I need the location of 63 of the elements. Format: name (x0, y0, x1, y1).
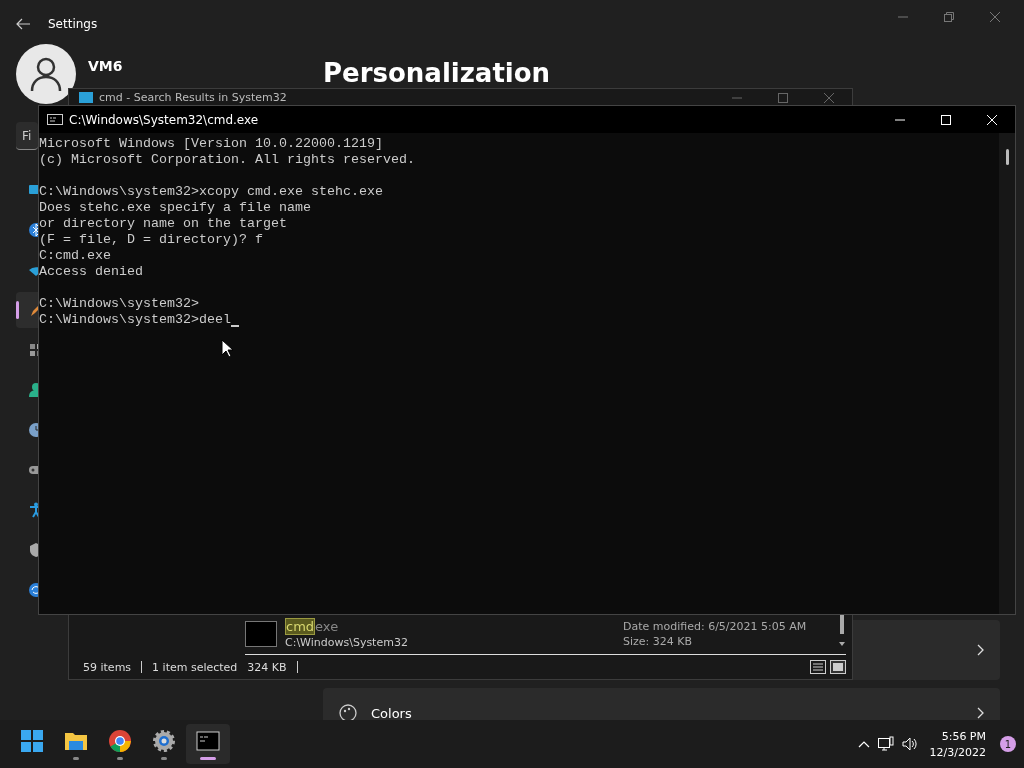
accessibility-icon (28, 502, 38, 518)
console-line: C:\Windows\system32>deel (39, 312, 231, 328)
close-icon (990, 12, 1000, 22)
user-name: VM6 (88, 58, 123, 74)
time: 5:56 PM (941, 729, 986, 743)
file-name: cmdexe (285, 619, 340, 634)
console-line: C:cmd.exe (39, 248, 111, 264)
chevron-right-icon (977, 644, 984, 656)
console-line: C:\Windows\system32> (39, 296, 199, 312)
file-path: C:\Windows\System32 (285, 636, 409, 649)
details-view-icon[interactable] (810, 660, 826, 674)
person-icon (28, 382, 38, 398)
palette-icon (339, 704, 357, 720)
card-label: Colors (371, 705, 413, 720)
item-count: 59 items (83, 660, 132, 674)
console-line: (F = file, D = directory)? f (39, 232, 263, 248)
restore-icon (944, 12, 954, 22)
browser-icon (108, 728, 132, 753)
person-icon (30, 57, 62, 91)
console-icon (196, 728, 220, 753)
text-cursor (230, 325, 239, 327)
maximize-icon (941, 114, 951, 125)
search-field[interactable]: Fi (16, 122, 38, 150)
close-icon (987, 114, 997, 125)
window-title: cmd - Search Results in System32 (99, 91, 287, 104)
settings-card[interactable]: Colors (323, 688, 1000, 720)
back-arrow-icon[interactable] (16, 18, 30, 30)
page-heading: Personalization (323, 58, 552, 88)
gear-icon (152, 728, 176, 753)
shield-icon (28, 542, 38, 558)
selection-info: 1 item selected (152, 660, 238, 674)
console-line: (c) Microsoft Corporation. All rights reserved. (39, 152, 415, 168)
nav-item[interactable] (16, 292, 38, 328)
volume-icon[interactable] (901, 737, 918, 751)
console-line: Microsoft Windows [Version 10.0.22000.1219] (39, 136, 383, 152)
large-icons-view-icon[interactable] (830, 660, 846, 674)
date-modified: Date modified: 6/5/2021 5:05 AM (623, 620, 807, 633)
clock[interactable]: 5:56 PM 12/3/2022 (929, 729, 986, 759)
console-line: or directory name on the target (39, 216, 287, 232)
selection-size: 324 KB (247, 660, 287, 674)
window-title: C:\Windows\System32\cmd.exe (69, 112, 259, 127)
chevron-right-icon (977, 707, 984, 719)
selection-indicator (16, 301, 19, 319)
network-icon[interactable] (877, 736, 894, 752)
chevron-up-icon[interactable] (857, 740, 870, 748)
maximize-icon (778, 93, 788, 103)
date: 12/3/2022 (929, 745, 986, 759)
mouse-pointer-icon (221, 339, 233, 358)
console-icon (47, 114, 63, 125)
windows-logo-icon (20, 728, 44, 753)
folder-icon (79, 91, 93, 103)
window-title: Settings (48, 17, 98, 31)
file-size: Size: 324 KB (623, 635, 694, 648)
apps-icon (28, 342, 38, 358)
clock-icon (28, 422, 38, 438)
console-line: Access denied (39, 264, 143, 280)
console-file-icon (245, 621, 277, 647)
close-icon (824, 93, 834, 103)
update-icon (28, 582, 38, 598)
taskbar-button[interactable] (186, 724, 230, 764)
console-line: Does stehc.exe specify a file name (39, 200, 311, 216)
console-line: C:\Windows\system32>xcopy cmd.exe stehc.exe (39, 184, 383, 200)
notification-badge[interactable]: 1 (1000, 736, 1016, 752)
